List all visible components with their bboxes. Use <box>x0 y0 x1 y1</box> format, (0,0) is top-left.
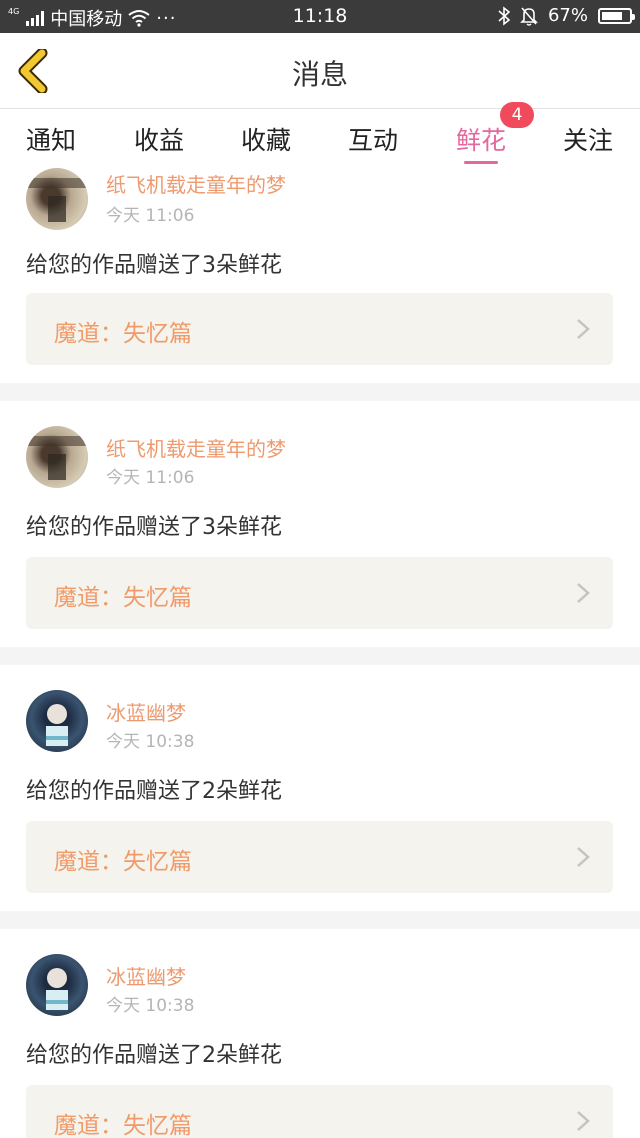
bluetooth-icon <box>498 5 510 26</box>
work-card[interactable]: 魔道：失忆篇 <box>26 557 613 629</box>
chevron-right-icon <box>577 583 590 603</box>
item-separator <box>0 647 640 665</box>
page-title: 消息 <box>291 58 348 91</box>
tab-earnings[interactable]: 收益 <box>134 121 184 157</box>
message-time: 今天 11:06 <box>106 206 195 226</box>
work-title: 魔道：失忆篇 <box>54 1113 192 1138</box>
app-header: 消息 <box>0 33 640 109</box>
tab-follows[interactable]: 关注 <box>563 121 613 157</box>
work-card[interactable]: 魔道：失忆篇 <box>26 1085 613 1138</box>
tab-bar: 通知 收益 收藏 互动 鲜花 关注 <box>0 109 640 165</box>
list-item[interactable]: 冰蓝幽梦 今天 10:38 给您的作品赠送了2朵鲜花 魔道：失忆篇 <box>0 665 640 911</box>
chevron-right-icon <box>577 847 590 867</box>
item-separator <box>0 383 640 401</box>
message-text: 给您的作品赠送了2朵鲜花 <box>26 779 282 804</box>
message-list[interactable]: 纸飞机载走童年的梦 今天 11:06 给您的作品赠送了3朵鲜花 魔道：失忆篇 纸… <box>0 165 640 1138</box>
tab-interactions[interactable]: 互动 <box>348 121 398 157</box>
avatar[interactable] <box>26 690 88 752</box>
avatar-photo <box>26 436 88 480</box>
list-item[interactable]: 纸飞机载走童年的梦 今天 11:06 给您的作品赠送了3朵鲜花 魔道：失忆篇 <box>0 401 640 647</box>
work-title: 魔道：失忆篇 <box>54 321 192 347</box>
message-text: 给您的作品赠送了2朵鲜花 <box>26 1043 282 1068</box>
sender-name[interactable]: 纸飞机载走童年的梦 <box>106 169 286 198</box>
status-right: 67% <box>498 5 635 26</box>
message-time: 今天 10:38 <box>106 996 195 1016</box>
tab-notifications[interactable]: 通知 <box>26 121 76 157</box>
mute-bell-icon <box>520 6 538 26</box>
avatar-photo <box>46 704 68 746</box>
work-card[interactable]: 魔道：失忆篇 <box>26 821 613 893</box>
chevron-right-icon <box>577 319 590 339</box>
avatar[interactable] <box>26 426 88 488</box>
tab-favorites[interactable]: 收藏 <box>241 121 291 157</box>
work-card[interactable]: 魔道：失忆篇 <box>26 293 613 365</box>
message-text: 给您的作品赠送了3朵鲜花 <box>26 515 282 540</box>
sender-name[interactable]: 冰蓝幽梦 <box>106 697 186 726</box>
work-title: 魔道：失忆篇 <box>54 849 192 875</box>
tab-flowers[interactable]: 鲜花 <box>456 121 506 157</box>
sender-name[interactable]: 纸飞机载走童年的梦 <box>106 433 286 462</box>
flowers-unread-badge: 4 <box>500 102 534 128</box>
battery-percent: 67% <box>547 5 588 26</box>
item-separator <box>0 911 640 929</box>
avatar[interactable] <box>26 954 88 1016</box>
sender-name[interactable]: 冰蓝幽梦 <box>106 961 186 990</box>
message-time: 今天 11:06 <box>106 468 195 488</box>
list-item[interactable]: 纸飞机载走童年的梦 今天 11:06 给您的作品赠送了3朵鲜花 魔道：失忆篇 <box>0 165 640 383</box>
avatar-photo <box>26 178 88 222</box>
message-time: 今天 10:38 <box>106 732 195 752</box>
work-title: 魔道：失忆篇 <box>54 585 192 611</box>
chevron-right-icon <box>577 1111 590 1131</box>
battery-icon <box>598 7 635 24</box>
active-tab-indicator <box>464 161 498 164</box>
list-item[interactable]: 冰蓝幽梦 今天 10:38 给您的作品赠送了2朵鲜花 魔道：失忆篇 <box>0 929 640 1138</box>
avatar-photo <box>46 968 68 1010</box>
avatar[interactable] <box>26 168 88 230</box>
message-text: 给您的作品赠送了3朵鲜花 <box>26 253 282 278</box>
status-bar: 4G 中国移动 ··· 11:18 67% <box>0 0 640 33</box>
